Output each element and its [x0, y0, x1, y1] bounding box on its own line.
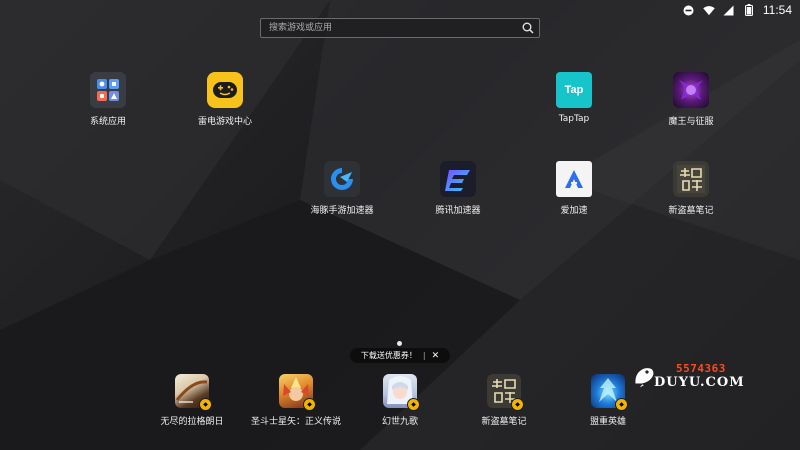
app-tengxun-accelerator[interactable]: 腾讯加速器 — [413, 161, 503, 216]
download-badge-icon: ◆ — [615, 398, 628, 411]
search-bar[interactable] — [260, 18, 540, 38]
tomb-notes-icon — [673, 161, 709, 197]
battery-icon — [743, 4, 755, 16]
app-label: 腾讯加速器 — [435, 206, 481, 216]
close-icon[interactable]: ✕ — [432, 351, 440, 361]
dock-app-label: 圣斗士星矢：正义传说 — [250, 417, 341, 427]
app-haitun-accelerator[interactable]: 海豚手游加速器 — [297, 161, 387, 216]
tencent-accelerator-icon — [440, 161, 476, 197]
coupon-banner[interactable]: 下载送优惠券！ | ✕ — [350, 348, 450, 363]
douyu-fish-icon — [634, 367, 655, 390]
app-taptap[interactable]: Tap TapTap — [529, 72, 619, 124]
demon-king-icon — [673, 72, 709, 108]
coupon-banner-text: 下载送优惠券！ — [360, 351, 417, 360]
ai-accelerator-icon — [556, 161, 592, 197]
app-label: 新盗墓笔记 — [668, 206, 714, 216]
download-badge-icon: ◆ — [199, 398, 212, 411]
app-label: 爱加速 — [560, 206, 588, 216]
dock-app-wujin-lageri[interactable]: ◆ 无尽的拉格朗日 — [137, 374, 247, 427]
page-indicator-dot[interactable] — [397, 341, 402, 346]
app-label: 系统应用 — [89, 117, 126, 127]
download-badge-icon: ◆ — [303, 398, 316, 411]
search-icon[interactable] — [517, 19, 539, 37]
app-xin-daomu-biji[interactable]: 新盗墓笔记 — [646, 161, 736, 216]
app-mowang[interactable]: 魔王与征服 — [646, 72, 736, 127]
saint-seiya-icon: ◆ — [279, 374, 316, 411]
app-label: TapTap — [558, 114, 590, 124]
dock-app-saint-seiya[interactable]: ◆ 圣斗士星矢：正义传说 — [241, 374, 351, 427]
app-label: 海豚手游加速器 — [310, 206, 374, 216]
douyu-watermark: 5574363 DUYU.COM — [632, 362, 744, 392]
download-badge-icon: ◆ — [407, 398, 420, 411]
dock-app-label: 盟重英雄 — [589, 417, 626, 427]
wifi-icon — [703, 4, 715, 16]
mengzhong-hero-icon: ◆ — [591, 374, 628, 411]
dock-app-label: 幻世九歌 — [381, 417, 418, 427]
taptap-icon-text: Tap — [564, 84, 584, 96]
search-input[interactable] — [261, 22, 517, 34]
dock-app-xin-daomu-biji[interactable]: ◆ 新盗墓笔记 — [449, 374, 559, 427]
taptap-icon: Tap — [556, 72, 592, 108]
dock-app-huanshi-jiuge[interactable]: ◆ 幻世九歌 — [345, 374, 455, 427]
app-label: 魔王与征服 — [668, 117, 714, 127]
dock-app-label: 新盗墓笔记 — [481, 417, 527, 427]
app-label: 雷电游戏中心 — [197, 117, 252, 127]
gamepad-icon — [207, 72, 243, 108]
app-aijiasu[interactable]: 爱加速 — [529, 161, 619, 216]
status-bar: 11:54 — [683, 0, 800, 20]
download-badge-icon: ◆ — [511, 398, 524, 411]
douyu-brand-text: DUYU.COM — [654, 375, 745, 390]
signal-icon — [723, 4, 735, 16]
tomb-notes-icon: ◆ — [487, 374, 524, 411]
dolphin-icon — [324, 161, 360, 197]
system-apps-icon — [90, 72, 126, 108]
app-system-apps[interactable]: 系统应用 — [63, 72, 153, 127]
lagrange-icon: ◆ — [175, 374, 212, 411]
status-time: 11:54 — [762, 3, 792, 17]
app-leidian-game-center[interactable]: 雷电游戏中心 — [180, 72, 270, 127]
do-not-disturb-icon — [683, 4, 695, 16]
douyu-room-number: 5574363 — [676, 362, 726, 375]
banner-divider: | — [422, 351, 426, 360]
dock-app-label: 无尽的拉格朗日 — [160, 417, 224, 427]
huanshi-jiuge-icon: ◆ — [383, 374, 420, 411]
